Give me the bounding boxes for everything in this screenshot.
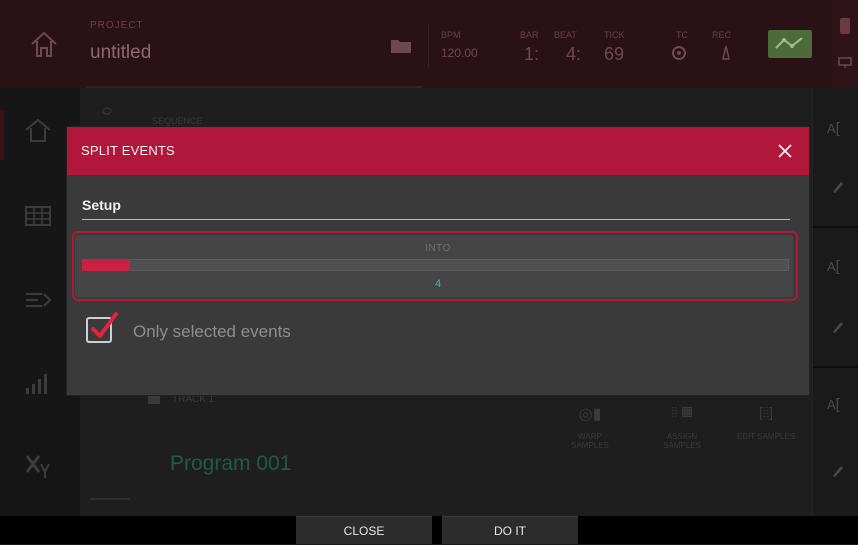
- assign-icon: ⦙⦙ ▦: [671, 404, 693, 420]
- split-events-dialog: SPLIT EVENTS Setup INTO 4 Only selected …: [67, 127, 809, 395]
- bpm-value: 120.00: [441, 46, 478, 60]
- warp-icon: ◎▮: [578, 406, 602, 423]
- sequence-label: SEQUENCE: [152, 116, 203, 126]
- clock-icon[interactable]: [672, 46, 686, 60]
- metronome-icon[interactable]: [718, 44, 734, 60]
- text-edit-icon[interactable]: A[: [827, 396, 840, 413]
- project-label: PROJECT: [90, 20, 144, 31]
- home-mode-icon[interactable]: [22, 114, 54, 146]
- link-icon[interactable]: [768, 30, 812, 58]
- into-value: 4: [434, 278, 442, 290]
- edit-samples-icon: [⦙⦙]: [758, 404, 774, 420]
- column-divider: [813, 366, 858, 368]
- grid-mode-icon[interactable]: [22, 200, 54, 232]
- into-slider-track[interactable]: [82, 259, 789, 271]
- bpm-label: BPM: [441, 30, 461, 40]
- assign-label: ASSIGN SAMPLES: [663, 432, 701, 450]
- tick-value[interactable]: 69: [604, 44, 624, 65]
- pencil-icon[interactable]: [831, 464, 845, 478]
- tc-label: TC: [676, 30, 688, 40]
- eye-icon: [102, 102, 112, 115]
- beat-label: BEAT: [554, 30, 577, 40]
- beat-value[interactable]: 4:: [566, 44, 581, 65]
- do-it-button[interactable]: DO IT: [442, 516, 578, 544]
- into-slider-fill[interactable]: [82, 259, 130, 271]
- home-icon[interactable]: [26, 26, 62, 62]
- section-heading: Setup: [82, 197, 121, 213]
- xy-mode-icon[interactable]: [22, 450, 54, 482]
- tick-label: TICK: [604, 30, 625, 40]
- warp-samples-button[interactable]: ◎▮ WARP SAMPLES: [560, 404, 620, 450]
- pencil-icon[interactable]: [831, 320, 845, 334]
- close-icon[interactable]: [775, 141, 795, 161]
- divider: [90, 498, 130, 500]
- active-mode-indicator: [0, 110, 4, 160]
- rec-label: REC: [712, 30, 732, 40]
- bpm-display[interactable]: BPM 120.00: [428, 24, 499, 68]
- alert-icon[interactable]: [840, 18, 850, 34]
- right-tool-column: A[ A[ A[: [812, 88, 858, 516]
- dialog-title-bar: [67, 127, 809, 175]
- display-icon[interactable]: [838, 56, 852, 68]
- pencil-icon[interactable]: [831, 180, 845, 194]
- mixer-mode-icon[interactable]: [22, 284, 54, 316]
- assign-samples-button[interactable]: ⦙⦙ ▦ ASSIGN SAMPLES: [652, 404, 712, 450]
- dialog-title: SPLIT EVENTS: [81, 143, 175, 158]
- levels-mode-icon[interactable]: [22, 366, 54, 398]
- folder-icon[interactable]: [390, 38, 412, 54]
- text-edit-icon[interactable]: A[: [827, 258, 840, 275]
- checkmark-icon: [86, 309, 122, 345]
- close-button[interactable]: CLOSE: [296, 516, 432, 544]
- header-bar: PROJECT untitled BPM 120.00 BAR 1: BEAT …: [0, 0, 858, 88]
- edit-samples-button[interactable]: [⦙⦙] EDIT SAMPLES: [736, 404, 796, 441]
- edit-label: EDIT SAMPLES: [736, 432, 796, 441]
- into-label: INTO: [425, 243, 451, 254]
- program-name[interactable]: Program 001: [170, 452, 291, 476]
- status-column: [832, 0, 858, 88]
- project-name[interactable]: untitled: [90, 42, 151, 64]
- checkbox-label[interactable]: Only selected events: [133, 322, 291, 342]
- bar-value[interactable]: 1:: [524, 44, 539, 65]
- track-icon: [148, 394, 160, 404]
- column-divider: [813, 226, 858, 228]
- warp-label: WARP SAMPLES: [571, 432, 609, 450]
- bottom-action-bar: CLOSE DO IT: [0, 516, 858, 544]
- track-label: TRACK 1: [172, 394, 215, 405]
- bar-label: BAR: [520, 30, 539, 40]
- text-edit-icon[interactable]: A[: [827, 120, 840, 137]
- section-divider: [82, 219, 790, 220]
